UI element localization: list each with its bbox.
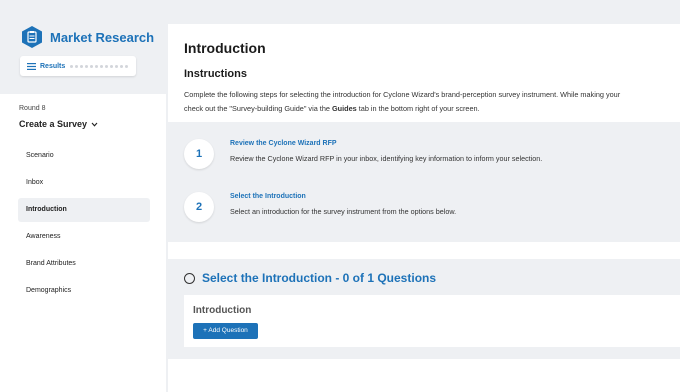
guides-tab-reference: Guides xyxy=(331,104,357,113)
page-title: Introduction xyxy=(184,40,266,56)
card-title: Introduction xyxy=(193,305,252,316)
step-number-1: 1 xyxy=(184,139,214,169)
sidebar-item-brand-attributes[interactable]: Brand Attributes xyxy=(18,252,150,276)
results-progress-dots xyxy=(70,64,129,68)
step-description-2: Select an introduction for the survey in… xyxy=(230,207,457,216)
instructions-line-2: check out the "Survey-building Guide" vi… xyxy=(184,102,680,116)
sidebar-item-demographics[interactable]: Demographics xyxy=(18,279,150,303)
sidebar-item-awareness[interactable]: Awareness xyxy=(18,225,150,249)
step-title-2[interactable]: Select the Introduction xyxy=(230,193,306,200)
round-label: Round 8 xyxy=(19,105,46,112)
sidebar: Market Research Results Round 8 Create a… xyxy=(0,0,166,392)
step-description-1: Review the Cyclone Wizard RFP in your in… xyxy=(230,154,543,163)
introduction-section: Select the Introduction - 0 of 1 Questio… xyxy=(168,259,680,359)
instructions-line-2-start: check out the "Survey-building Guide" vi… xyxy=(184,104,332,113)
instructions-line-2-end: tab in the bottom right of your screen. xyxy=(356,104,480,113)
results-label: Results xyxy=(40,62,66,70)
brand-title: Market Research xyxy=(50,29,155,45)
incomplete-circle-icon xyxy=(184,272,195,284)
brand[interactable]: Market Research xyxy=(22,26,154,48)
section-title: Select the Introduction - 0 of 1 Questio… xyxy=(202,271,437,285)
clipboard-hexagon-icon xyxy=(22,26,42,48)
sidebar-item-introduction[interactable]: Introduction xyxy=(18,198,150,222)
sidebar-header: Market Research Results xyxy=(0,0,166,94)
sidebar-item-inbox[interactable]: Inbox xyxy=(18,171,150,195)
instructions-text: Complete the following steps for selecti… xyxy=(184,88,680,116)
section-header: Select the Introduction - 0 of 1 Questio… xyxy=(184,271,436,285)
question-card: Introduction + Add Question xyxy=(184,295,680,347)
create-survey-dropdown[interactable]: Create a Survey xyxy=(19,119,98,129)
steps-panel: 1 Review the Cyclone Wizard RFP Review t… xyxy=(168,122,680,242)
instructions-heading: Instructions xyxy=(184,68,247,80)
step-number-2: 2 xyxy=(184,192,214,222)
instructions-line-1: Complete the following steps for selecti… xyxy=(184,90,621,99)
step-title-1[interactable]: Review the Cyclone Wizard RFP xyxy=(230,140,337,147)
sidebar-item-scenario[interactable]: Scenario xyxy=(18,144,150,168)
results-button[interactable]: Results xyxy=(20,56,136,76)
add-question-button[interactable]: + Add Question xyxy=(193,323,258,339)
chevron-down-icon xyxy=(91,122,98,127)
create-survey-label: Create a Survey xyxy=(19,119,88,129)
main-panel: Introduction Instructions Complete the f… xyxy=(168,24,680,392)
menu-icon xyxy=(27,62,36,70)
